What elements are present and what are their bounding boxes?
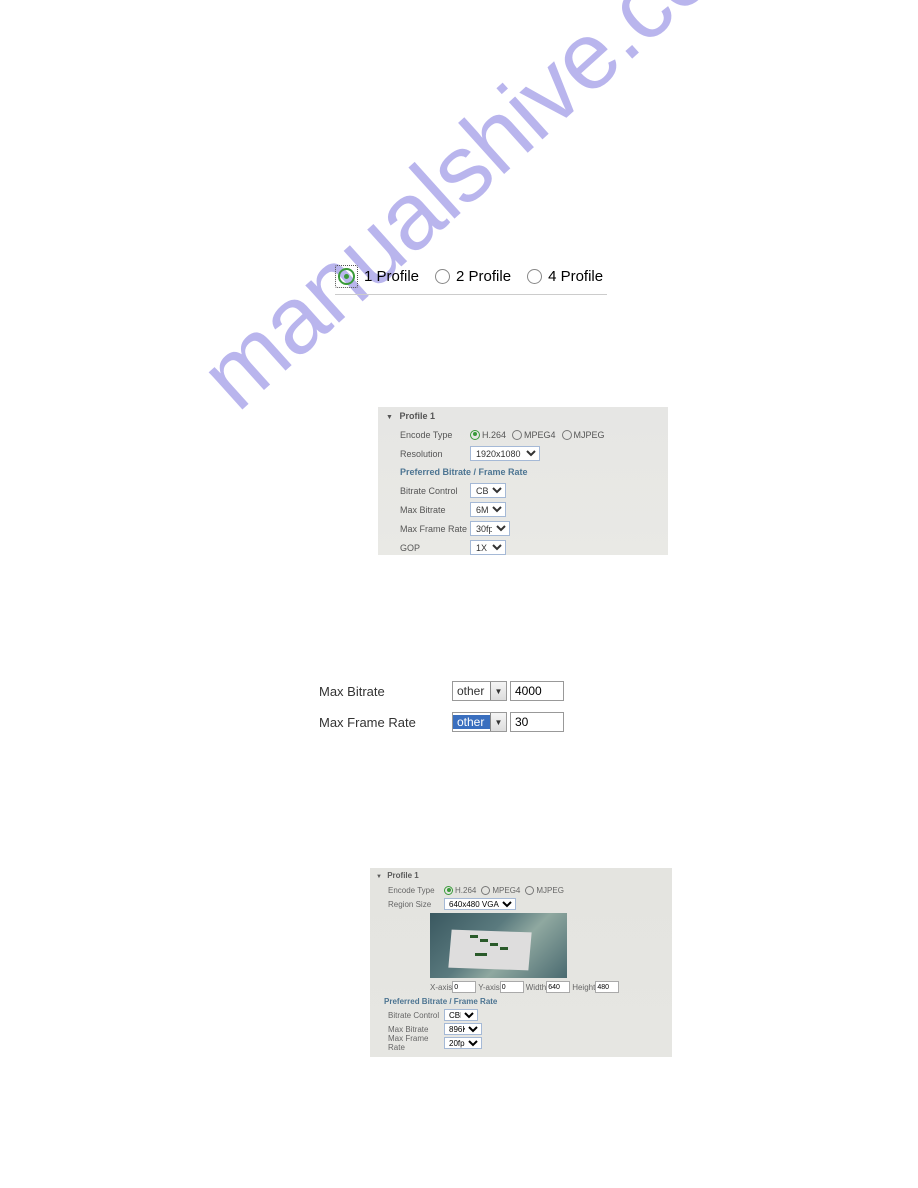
preferred-section-label-b: Preferred Bitrate / Frame Rate (370, 994, 672, 1008)
radio-mpeg4-b[interactable] (481, 886, 490, 895)
max-framerate-row: Max Frame Rate 30fps (378, 519, 668, 538)
max-bitrate-combo-text: other (453, 684, 490, 698)
radio-4-profile[interactable] (527, 269, 542, 284)
max-bitrate-custom-row: Max Bitrate other ▼ (319, 678, 564, 704)
max-framerate-custom-row: Max Frame Rate other ▼ (319, 709, 564, 735)
label-h264-b: H.264 (455, 886, 476, 895)
preferred-section-label: Preferred Bitrate / Frame Rate (378, 463, 668, 481)
max-framerate-row-b: Max Frame Rate 20fps (370, 1036, 672, 1050)
max-bitrate-label: Max Bitrate (400, 505, 470, 515)
x-axis-input[interactable] (452, 981, 476, 993)
radio-mpeg4[interactable] (512, 430, 522, 440)
label-mpeg4-b: MPEG4 (492, 886, 520, 895)
radio-2-profile[interactable] (435, 269, 450, 284)
max-bitrate-custom-label: Max Bitrate (319, 684, 452, 699)
width-input[interactable] (546, 981, 570, 993)
region-preview[interactable] (430, 913, 567, 978)
label-2-profile: 2 Profile (456, 268, 511, 285)
max-bitrate-row: Max Bitrate 6M (378, 500, 668, 519)
max-framerate-select[interactable]: 30fps (470, 521, 510, 536)
profile1-panel: Profile 1 Encode Type H.264 MPEG4 MJPEG … (378, 407, 668, 555)
gop-select[interactable]: 1X (470, 540, 506, 555)
max-framerate-label: Max Frame Rate (400, 524, 470, 534)
label-1-profile: 1 Profile (364, 268, 419, 285)
radio-checked-icon (338, 268, 355, 285)
resolution-select[interactable]: 1920x1080 (470, 446, 540, 461)
coords-row: X-axis Y-axis Width Height (370, 980, 672, 994)
radio-1-profile[interactable] (335, 265, 358, 288)
dropdown-icon: ▼ (490, 713, 506, 731)
region-size-row: Region Size 640x480 VGA (370, 897, 672, 911)
profile1-header[interactable]: Profile 1 (378, 407, 668, 425)
bitrate-control-label-b: Bitrate Control (388, 1011, 444, 1020)
bitrate-control-row: Bitrate Control CBR (378, 481, 668, 500)
region-size-select[interactable]: 640x480 VGA (444, 898, 516, 910)
profile-region-panel: Profile 1 Encode Type H.264 MPEG4 MJPEG … (370, 868, 672, 1057)
radio-h264[interactable] (470, 430, 480, 440)
gop-label: GOP (400, 543, 470, 553)
height-label: Height (572, 983, 595, 992)
max-framerate-custom-label: Max Frame Rate (319, 715, 452, 730)
profile1-title: Profile 1 (399, 411, 435, 421)
label-mjpeg: MJPEG (574, 430, 605, 440)
encode-type-row: Encode Type H.264 MPEG4 MJPEG (378, 425, 668, 444)
label-h264: H.264 (482, 430, 506, 440)
max-framerate-select-b[interactable]: 20fps (444, 1037, 482, 1049)
encode-type-label: Encode Type (400, 430, 470, 440)
bitrate-control-select[interactable]: CBR (470, 483, 506, 498)
resolution-label: Resolution (400, 449, 470, 459)
height-input[interactable] (595, 981, 619, 993)
encode-type-label-b: Encode Type (388, 886, 444, 895)
watermark-text: manualshive.com (180, 0, 791, 431)
encode-type-row-b: Encode Type H.264 MPEG4 MJPEG (370, 883, 672, 897)
region-size-label: Region Size (388, 900, 444, 909)
max-bitrate-select-b[interactable]: 896K (444, 1023, 482, 1035)
radio-h264-b[interactable] (444, 886, 453, 895)
bitrate-control-select-b[interactable]: CBR (444, 1009, 478, 1021)
gop-row: GOP 1X (378, 538, 668, 557)
profile-count-group: 1 Profile 2 Profile 4 Profile (335, 265, 607, 295)
max-bitrate-select[interactable]: 6M (470, 502, 506, 517)
label-4-profile: 4 Profile (548, 268, 603, 285)
resolution-row: Resolution 1920x1080 (378, 444, 668, 463)
custom-rate-panel: Max Bitrate other ▼ Max Frame Rate other… (319, 678, 564, 740)
profile-region-title: Profile 1 (387, 871, 419, 880)
bitrate-control-row-b: Bitrate Control CBR (370, 1008, 672, 1022)
radio-mjpeg[interactable] (562, 430, 572, 440)
max-bitrate-combobox[interactable]: other ▼ (452, 681, 507, 701)
bitrate-control-label: Bitrate Control (400, 486, 470, 496)
y-axis-label: Y-axis (478, 983, 500, 992)
width-label: Width (526, 983, 546, 992)
profile-region-header[interactable]: Profile 1 (370, 868, 672, 883)
max-bitrate-input[interactable] (510, 681, 564, 701)
max-framerate-input[interactable] (510, 712, 564, 732)
dropdown-icon: ▼ (490, 682, 506, 700)
radio-mjpeg-b[interactable] (525, 886, 534, 895)
label-mjpeg-b: MJPEG (536, 886, 564, 895)
max-framerate-combobox[interactable]: other ▼ (452, 712, 507, 732)
x-axis-label: X-axis (430, 983, 452, 992)
max-bitrate-label-b: Max Bitrate (388, 1025, 444, 1034)
max-framerate-label-b: Max Frame Rate (388, 1034, 444, 1052)
label-mpeg4: MPEG4 (524, 430, 556, 440)
y-axis-input[interactable] (500, 981, 524, 993)
max-framerate-combo-text: other (453, 715, 490, 729)
